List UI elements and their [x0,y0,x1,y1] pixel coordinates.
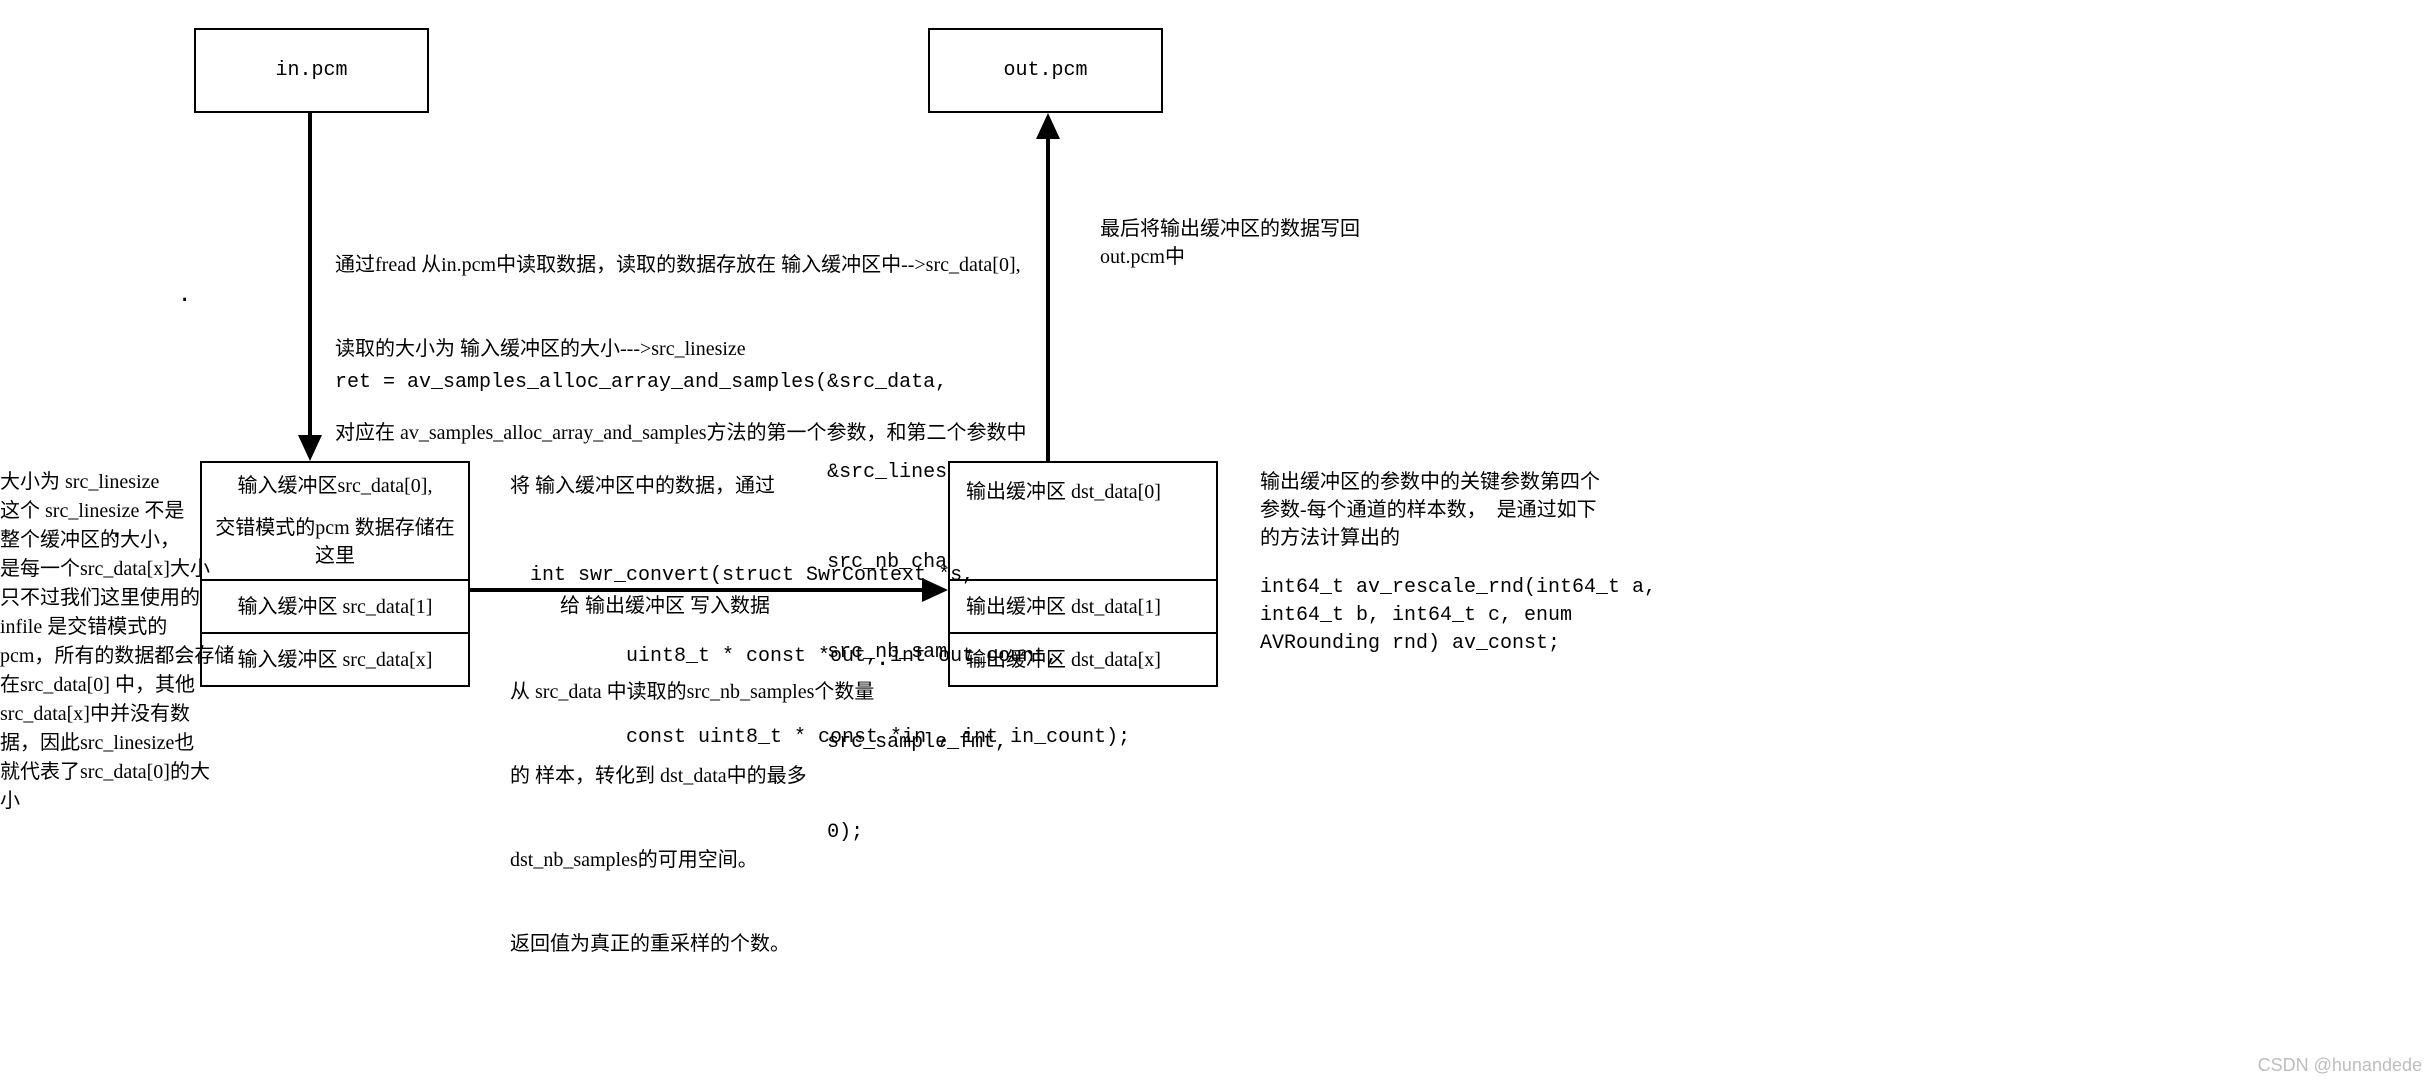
stray-mark-1: . [178,280,191,311]
fread-l1: 通过fread 从in.pcm中读取数据，读取的数据存放在 输入缓冲区中-->s… [335,251,1027,279]
src0-l1: 输入缓冲区src_data[0], [238,472,433,500]
stray-mark-3: . [876,644,889,675]
box-in-pcm: in.pcm [194,28,429,113]
box-src-data-1: 输入缓冲区 src_data[1] [200,579,470,634]
text-swr-convert-detail: 从 src_data 中读取的src_nb_samples个数量 的 样本，转化… [510,622,874,1014]
box-src-data-x: 输入缓冲区 src_data[x] [200,632,470,687]
box-src-data-0: 输入缓冲区src_data[0], 交错模式的pcm 数据存储在这里 [200,461,470,581]
watermark: CSDN @hunandede [2258,1053,2422,1078]
label-in-pcm: in.pcm [275,57,347,85]
diagram-canvas: in.pcm out.pcm 通过fread 从in.pcm中读取数据，读取的数… [0,0,2434,1084]
arrow-dst-to-out [1038,113,1058,461]
text-write-back: 最后将输出缓冲区的数据写回 out.pcm中 [1100,215,1360,271]
text-write-to-dst: 给 输出缓冲区 写入数据 [560,592,770,620]
box-out-pcm: out.pcm [928,28,1163,113]
text-dst-params-note: 输出缓冲区的参数中的关键参数第四个 参数-每个通道的样本数， 是通过如下 的方法… [1260,468,1600,552]
label-out-pcm: out.pcm [1003,57,1087,85]
text-swr-convert-intro: 将 输入缓冲区中的数据，通过 [510,472,775,500]
stray-mark-2: . [110,516,123,547]
arrow-in-to-src [300,113,320,461]
src0-l2: 交错模式的pcm 数据存储在这里 [214,514,456,570]
code-av-rescale-rnd: int64_t av_rescale_rnd(int64_t a, int64_… [1260,574,1656,658]
